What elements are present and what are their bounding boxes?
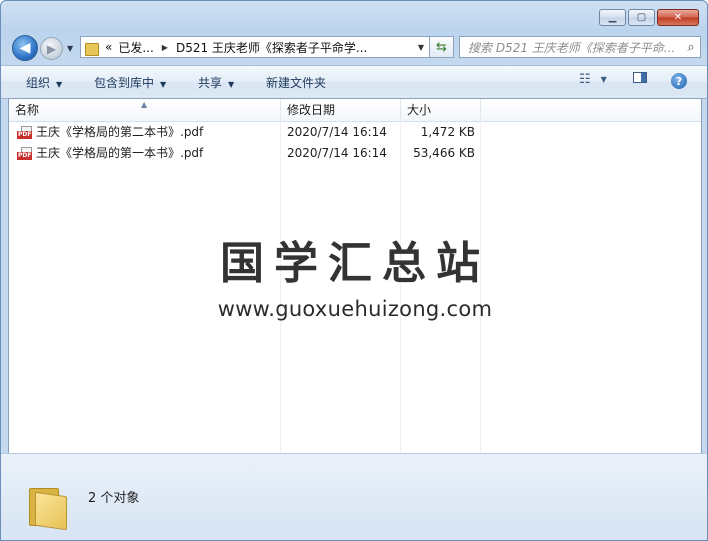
minimize-button[interactable]: ▁ bbox=[599, 9, 626, 26]
include-in-library-label: 包含到库中 bbox=[94, 76, 155, 90]
search-input[interactable]: 搜索 D521 王庆老师《探索者子平命... bbox=[460, 39, 682, 56]
recent-pages-dropdown[interactable]: ▼ bbox=[67, 44, 73, 53]
help-icon: ? bbox=[675, 74, 683, 88]
column-name[interactable]: 名称 ▲ bbox=[9, 99, 281, 121]
view-list-icon: ☷ bbox=[579, 72, 591, 87]
chevron-down-icon: ▼ bbox=[600, 75, 607, 84]
organize-button[interactable]: 组织 ▼ bbox=[26, 74, 62, 91]
preview-pane-icon bbox=[633, 72, 647, 83]
close-icon: ✕ bbox=[673, 12, 683, 23]
back-button[interactable]: ◀ bbox=[12, 35, 38, 61]
caption-buttons: ▁ ▢ ✕ bbox=[597, 9, 699, 26]
file-date: 2020/7/14 16:14 bbox=[287, 125, 387, 139]
file-row[interactable]: PDF 王庆《学格局的第二本书》.pdf 2020/7/14 16:14 1,4… bbox=[9, 122, 479, 143]
watermark-title: 国学汇总站 bbox=[220, 238, 490, 289]
search-box[interactable]: 搜索 D521 王庆老师《探索者子平命... ⌕ bbox=[459, 36, 701, 58]
include-in-library-button[interactable]: 包含到库中 ▼ bbox=[94, 74, 166, 91]
refresh-button[interactable]: ⇆ bbox=[430, 36, 454, 58]
minimize-icon: ▁ bbox=[608, 12, 617, 23]
column-date-label: 修改日期 bbox=[287, 103, 336, 117]
file-row[interactable]: PDF 王庆《学格局的第一本书》.pdf 2020/7/14 16:14 53,… bbox=[9, 143, 479, 164]
search-icon[interactable]: ⌕ bbox=[682, 40, 700, 55]
address-dropdown-icon[interactable]: ▼ bbox=[413, 43, 429, 52]
explorer-window: ▁ ▢ ✕ ◀ ▶ ▼ « 已发... ▶ D521 王庆老师《探索者子平命学.… bbox=[0, 0, 708, 541]
maximize-button[interactable]: ▢ bbox=[628, 9, 655, 26]
folder-icon bbox=[85, 41, 101, 56]
folder-icon bbox=[27, 486, 67, 531]
breadcrumb-chevron-icon[interactable]: ▶ bbox=[162, 43, 168, 52]
maximize-icon: ▢ bbox=[636, 12, 647, 23]
address-overflow[interactable]: « bbox=[105, 40, 112, 54]
file-name: 王庆《学格局的第二本书》.pdf bbox=[36, 125, 204, 139]
forward-button[interactable]: ▶ bbox=[40, 37, 63, 60]
column-size-label: 大小 bbox=[407, 103, 432, 117]
chevron-down-icon: ▼ bbox=[56, 80, 63, 89]
watermark-url: www.guoxuehuizong.com bbox=[217, 297, 493, 321]
new-folder-label: 新建文件夹 bbox=[266, 76, 327, 90]
navigation-bar: ◀ ▶ ▼ « 已发... ▶ D521 王庆老师《探索者子平命学... ▼ ⇆… bbox=[9, 34, 701, 61]
arrow-right-icon: ▶ bbox=[46, 41, 57, 56]
column-name-label: 名称 bbox=[15, 103, 40, 117]
file-list: 名称 ▲ 修改日期 大小 PDF 王庆《学格局的第二本书》.pdf 2020/7… bbox=[8, 98, 702, 454]
breadcrumb-segment-current[interactable]: D521 王庆老师《探索者子平命学... bbox=[176, 39, 367, 56]
new-folder-button[interactable]: 新建文件夹 bbox=[266, 74, 326, 91]
view-options-button[interactable]: ☷ ▼ bbox=[579, 72, 607, 87]
watermark: 国学汇总站 www.guoxuehuizong.com bbox=[9, 227, 701, 321]
share-button[interactable]: 共享 ▼ bbox=[198, 74, 234, 91]
file-size: 1,472 KB bbox=[420, 125, 475, 139]
file-size: 53,466 KB bbox=[413, 146, 475, 160]
pdf-icon: PDF bbox=[17, 147, 33, 160]
organize-label: 组织 bbox=[26, 76, 51, 90]
close-button[interactable]: ✕ bbox=[657, 9, 699, 26]
chevron-down-icon: ▼ bbox=[228, 80, 235, 89]
command-bar: 组织 ▼ 包含到库中 ▼ 共享 ▼ 新建文件夹 ☷ ▼ ? bbox=[1, 65, 707, 99]
refresh-icon: ⇆ bbox=[436, 39, 447, 55]
help-button[interactable]: ? bbox=[671, 73, 687, 89]
item-count: 2 个对象 bbox=[88, 491, 140, 506]
address-bar[interactable]: « 已发... ▶ D521 王庆老师《探索者子平命学... ▼ bbox=[80, 36, 430, 58]
preview-pane-button[interactable] bbox=[633, 72, 647, 83]
column-header: 名称 ▲ 修改日期 大小 bbox=[9, 99, 701, 122]
breadcrumb-segment[interactable]: 已发... bbox=[118, 39, 153, 56]
arrow-left-icon: ◀ bbox=[19, 40, 31, 56]
column-size[interactable]: 大小 bbox=[401, 99, 481, 121]
pdf-icon: PDF bbox=[17, 126, 33, 139]
details-pane: 2 个对象 bbox=[1, 453, 707, 540]
sort-ascending-icon: ▲ bbox=[141, 100, 148, 109]
file-date: 2020/7/14 16:14 bbox=[287, 146, 387, 160]
chevron-down-icon: ▼ bbox=[160, 80, 167, 89]
column-date[interactable]: 修改日期 bbox=[281, 99, 401, 121]
file-name: 王庆《学格局的第一本书》.pdf bbox=[36, 146, 204, 160]
share-label: 共享 bbox=[198, 76, 223, 90]
